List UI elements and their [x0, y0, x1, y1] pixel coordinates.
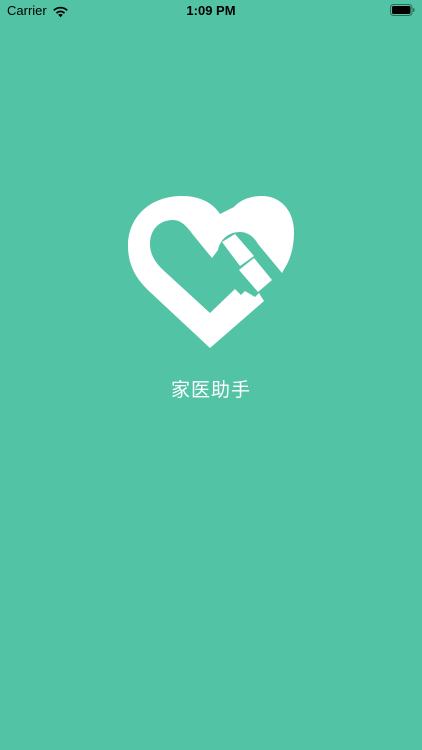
app-name-label: 家医助手 [170, 379, 251, 401]
heart-logo-icon [128, 196, 294, 348]
battery-full-icon [390, 4, 415, 16]
status-bar: Carrier 1:09 PM [0, 0, 422, 22]
status-time: 1:09 PM [186, 3, 236, 18]
